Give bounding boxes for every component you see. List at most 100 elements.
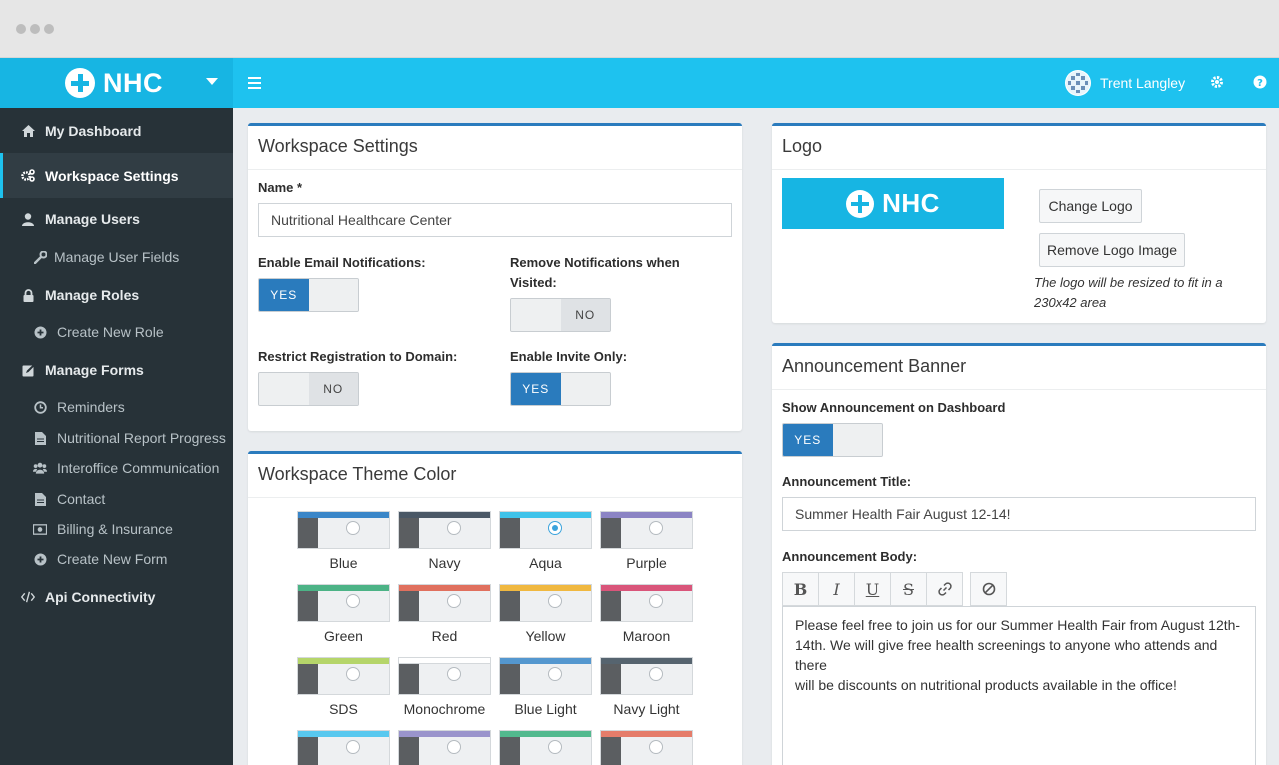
swatch-preview[interactable] [499,657,592,695]
sidebar-item-nutritional-report-progress[interactable]: Nutritional Report Progress [0,427,233,449]
announcement-body-editor[interactable]: Please feel free to join us for our Summ… [782,606,1256,765]
link-button[interactable] [926,572,963,606]
sidebar-item-interoffice-communication[interactable]: Interoffice Communication [0,457,233,479]
sidebar-item-create-new-role[interactable]: Create New Role [0,321,233,343]
sidebar-item-contact[interactable]: Contact [0,488,233,510]
theme-swatch[interactable]: Yellow [499,584,592,644]
swatch-radio[interactable] [346,521,360,535]
swatch-radio[interactable] [346,667,360,681]
theme-swatch[interactable]: Aqua [499,511,592,571]
change-logo-button[interactable]: Change Logo [1039,189,1142,223]
swatch-preview[interactable] [600,657,693,695]
swatch-preview[interactable] [398,584,491,622]
theme-swatch[interactable]: Purple [600,511,693,571]
sidebar-item-my-dashboard[interactable]: My Dashboard [0,120,233,142]
swatch-preview[interactable] [398,730,491,765]
divider [772,389,1266,390]
show-announcement-toggle[interactable]: YES [782,423,883,457]
menu-icon[interactable] [248,77,261,89]
sidebar-item-create-new-form[interactable]: Create New Form [0,548,233,570]
toggle-value: YES [511,373,561,405]
swatch-preview[interactable] [297,511,390,549]
email-notifications-label: Enable Email Notifications: [258,255,426,270]
restrict-registration-label: Restrict Registration to Domain: [258,349,458,364]
theme-swatch[interactable]: Navy Light [600,657,693,717]
theme-swatch[interactable]: Blue Light [499,657,592,717]
help-icon[interactable]: ? [1253,75,1267,89]
theme-swatch[interactable]: Maroon [600,584,693,644]
theme-swatch[interactable]: Red [398,584,491,644]
swatch-preview[interactable] [297,584,390,622]
invite-only-toggle[interactable]: YES [510,372,611,406]
toggle-knob [259,373,309,405]
swatch-radio[interactable] [548,594,562,608]
window-dot[interactable] [30,24,40,34]
announcement-body-label: Announcement Body: [782,549,918,564]
underline-button[interactable]: U [854,572,891,606]
theme-swatch[interactable] [600,730,693,765]
swatch-radio[interactable] [649,594,663,608]
theme-swatch[interactable]: Navy [398,511,491,571]
announcement-title-input[interactable]: Summer Health Fair August 12-14! [782,497,1256,531]
swatch-radio[interactable] [447,667,461,681]
sidebar-item-reminders[interactable]: Reminders [0,396,233,418]
swatch-radio[interactable] [447,740,461,754]
restrict-registration-toggle[interactable]: NO [258,372,359,406]
swatch-preview[interactable] [398,657,491,695]
theme-swatch[interactable]: Green [297,584,390,644]
sidebar-item-manage-roles[interactable]: Manage Roles [0,284,233,306]
gear-icon[interactable] [1210,75,1224,89]
swatch-radio[interactable] [346,740,360,754]
sidebar-item-manage-user-fields[interactable]: Manage User Fields [0,246,233,268]
swatch-preview[interactable] [499,511,592,549]
caret-down-icon[interactable] [206,78,218,85]
bold-button[interactable]: B [782,572,819,606]
window-dot[interactable] [16,24,26,34]
theme-swatch[interactable] [297,730,390,765]
theme-swatch[interactable] [499,730,592,765]
swatch-preview[interactable] [297,730,390,765]
swatch-radio[interactable] [649,667,663,681]
swatch-radio[interactable] [649,740,663,754]
swatch-radio[interactable] [649,521,663,535]
swatch-preview[interactable] [600,584,693,622]
clear-format-button[interactable] [970,572,1007,606]
email-notifications-toggle[interactable]: YES [258,278,359,312]
window-dot[interactable] [44,24,54,34]
sidebar-item-api-connectivity[interactable]: Api Connectivity [0,586,233,608]
sidebar-item-manage-forms[interactable]: Manage Forms [0,359,233,381]
swatch-preview[interactable] [600,511,693,549]
lock-icon [21,288,35,302]
toggle-value: YES [259,279,309,311]
remove-notifications-toggle[interactable]: NO [510,298,611,332]
sidebar-item-manage-users[interactable]: Manage Users [0,208,233,230]
strikethrough-button[interactable]: S [890,572,927,606]
swatch-preview[interactable] [499,730,592,765]
swatch-radio[interactable] [447,594,461,608]
sidebar-item-billing-insurance[interactable]: Billing & Insurance [0,518,233,540]
body-line: Please feel free to join us for our Summ… [795,617,1241,633]
swatch-radio[interactable] [447,521,461,535]
italic-button[interactable]: I [818,572,855,606]
theme-swatch[interactable]: Blue [297,511,390,571]
remove-logo-button[interactable]: Remove Logo Image [1039,233,1185,267]
sidebar-item-workspace-settings[interactable]: Workspace Settings [0,153,233,198]
swatch-preview[interactable] [499,584,592,622]
swatch-preview[interactable] [398,511,491,549]
swatch-radio[interactable] [548,740,562,754]
swatch-radio[interactable] [548,667,562,681]
theme-swatch[interactable] [398,730,491,765]
name-input[interactable]: Nutritional Healthcare Center [258,203,732,237]
theme-swatch[interactable]: SDS [297,657,390,717]
swatch-label: Maroon [622,628,671,644]
swatch-preview[interactable] [297,657,390,695]
swatch-preview[interactable] [600,730,693,765]
toggle-value: NO [308,373,358,405]
brand-area[interactable]: NHC [0,58,233,108]
swatch-radio[interactable] [346,594,360,608]
avatar[interactable] [1065,70,1091,96]
panel-title: Announcement Banner [782,356,967,376]
theme-swatch[interactable]: Monochrome [398,657,491,717]
user-name[interactable]: Trent Langley [1100,75,1185,91]
swatch-radio[interactable] [548,521,562,535]
